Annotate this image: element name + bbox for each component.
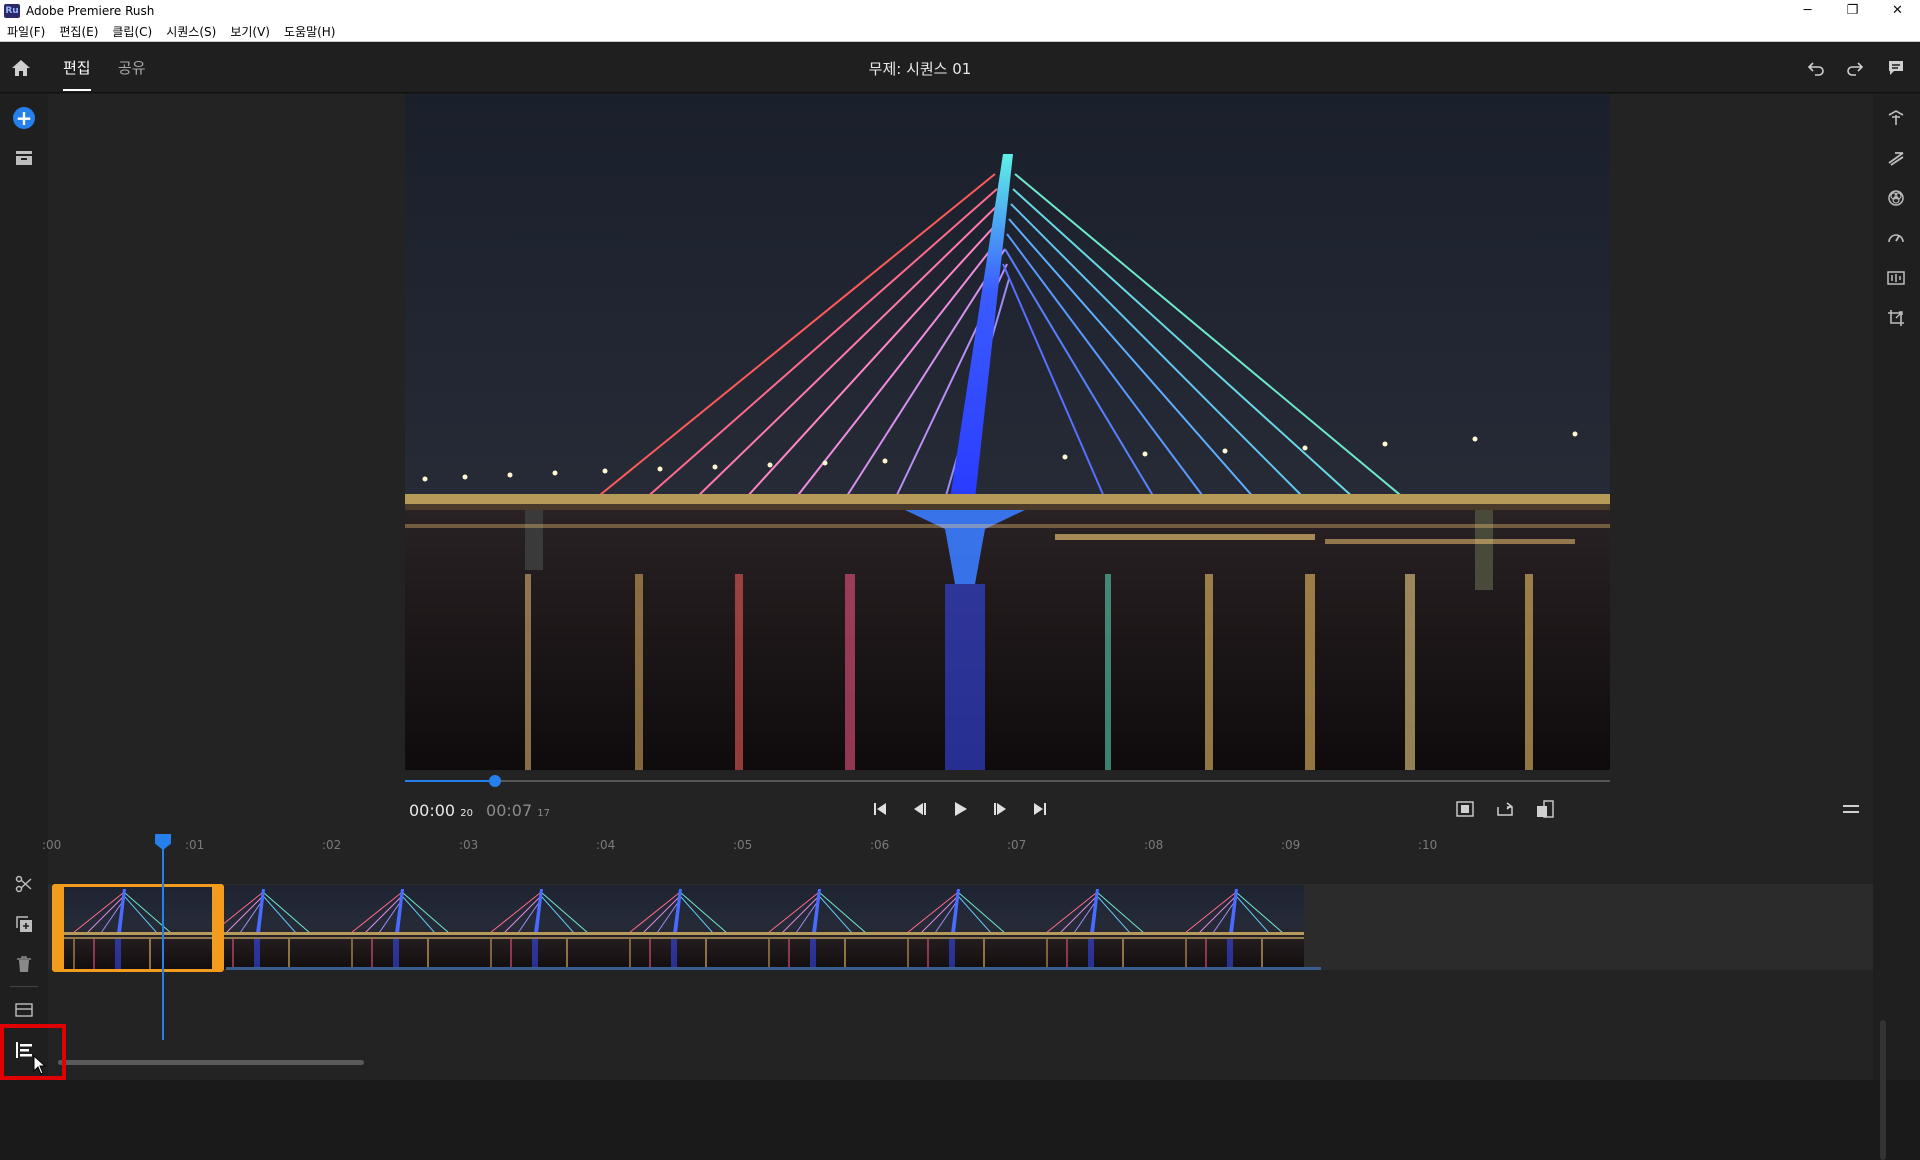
app-logo-icon: Ru	[4, 3, 20, 18]
playhead[interactable]	[155, 834, 171, 1040]
video-preview[interactable]	[405, 94, 1610, 770]
clip-thumbnail	[470, 885, 609, 969]
minimize-button[interactable]: ─	[1785, 0, 1830, 21]
menu-clip[interactable]: 클립(C)	[105, 23, 159, 40]
aspect-ratio-icon[interactable]	[1531, 795, 1559, 823]
current-time: 00:00	[409, 801, 456, 820]
clip-thumbnail	[887, 885, 1026, 969]
sequence-title[interactable]: 무제: 시퀀스 01	[0, 58, 1840, 79]
app-header: 편집 공유 무제: 시퀀스 01	[0, 43, 1920, 93]
video-track[interactable]	[48, 884, 1873, 970]
skip-to-start-icon[interactable]	[866, 795, 894, 823]
clip-thumbnail	[609, 885, 748, 969]
track-controls-icon[interactable]	[12, 998, 36, 1022]
menu-file[interactable]: 파일(F)	[0, 23, 52, 40]
play-icon[interactable]	[946, 795, 974, 823]
ruler-tick-label: :04	[596, 838, 616, 852]
right-toolbar	[1873, 94, 1920, 1080]
clip-thumbnails[interactable]	[53, 885, 1323, 969]
redo-icon[interactable]	[1843, 56, 1867, 80]
ruler-tick-label: :09	[1281, 838, 1301, 852]
speed-icon[interactable]	[1884, 226, 1908, 250]
timecode-display: 00:00 20 00:07 17	[409, 801, 550, 820]
ruler-tick-label: :10	[1418, 838, 1438, 852]
transitions-icon[interactable]	[1884, 146, 1908, 170]
ruler-tick-label: :01	[185, 838, 205, 852]
fit-icon[interactable]	[1451, 795, 1479, 823]
window-title: Adobe Premiere Rush	[26, 3, 155, 18]
scrubber-progress	[405, 780, 496, 782]
titles-icon[interactable]	[1884, 106, 1908, 130]
clip-thumbnail	[1026, 885, 1165, 969]
clip-thumbnail	[1165, 885, 1304, 969]
bridge-night-frame	[405, 94, 1610, 770]
clip-thumbnail	[748, 885, 887, 969]
ruler-tick-label: :03	[459, 838, 479, 852]
audio-waveform	[226, 967, 1321, 970]
ruler-tick-label: :05	[733, 838, 753, 852]
current-frames: 20	[460, 808, 473, 819]
toolbar-divider	[10, 986, 38, 987]
menu-edit[interactable]: 편집(E)	[52, 23, 105, 40]
duration-frames: 17	[537, 808, 550, 819]
main-panel: 00:00 20 00:07 17 :00 :01 :02 :03 :04 :05 :06:…	[42, 94, 1886, 1160]
ruler-tick-label: :02	[322, 838, 342, 852]
close-button[interactable]: ✕	[1875, 0, 1920, 21]
preview-scrubber[interactable]	[405, 775, 1610, 787]
left-toolbar: +	[0, 94, 48, 1080]
vertical-scrollbar[interactable]	[1880, 1020, 1886, 1160]
rotate-icon[interactable]	[1491, 795, 1519, 823]
menu-icon[interactable]	[1837, 795, 1865, 823]
menu-view[interactable]: 보기(V)	[223, 23, 277, 40]
clip-thumbnail	[331, 885, 470, 969]
ruler-tick-label: :06	[870, 838, 890, 852]
window-controls: ─ ❐ ✕	[1785, 0, 1920, 21]
ruler-tick-label: :07	[1007, 838, 1027, 852]
scrubber-handle[interactable]	[489, 775, 502, 787]
duplicate-icon[interactable]	[12, 912, 36, 936]
timeline-scrollbar[interactable]	[58, 1060, 364, 1065]
project-assets-icon[interactable]	[12, 146, 36, 170]
step-forward-icon[interactable]	[986, 795, 1014, 823]
duration-time: 00:07	[486, 801, 533, 820]
menu-bar: 파일(F) 편집(E) 클립(C) 시퀀스(S) 보기(V) 도움말(H)	[0, 21, 1920, 42]
add-media-icon[interactable]: +	[12, 106, 36, 130]
comment-icon[interactable]	[1884, 56, 1908, 80]
delete-icon[interactable]	[12, 952, 36, 976]
mouse-cursor	[33, 1054, 47, 1079]
ruler-tick-label: :00	[42, 838, 62, 852]
step-back-icon[interactable]	[906, 795, 934, 823]
skip-to-end-icon[interactable]	[1026, 795, 1054, 823]
audio-icon[interactable]	[1884, 266, 1908, 290]
menu-help[interactable]: 도움말(H)	[277, 23, 343, 40]
timeline-ruler[interactable]: :00 :01 :02 :03 :04 :05 :06 :07 :08 :09 :10	[42, 834, 1873, 860]
transform-icon[interactable]	[1884, 306, 1908, 330]
ruler-tick-label: :08	[1144, 838, 1164, 852]
restore-button[interactable]: ❐	[1830, 0, 1875, 21]
undo-icon[interactable]	[1804, 56, 1828, 80]
color-icon[interactable]	[1884, 186, 1908, 210]
split-icon[interactable]	[12, 872, 36, 896]
selected-clip[interactable]	[52, 884, 224, 972]
title-bar: Ru Adobe Premiere Rush ─ ❐ ✕	[0, 0, 1920, 21]
menu-sequence[interactable]: 시퀀스(S)	[159, 23, 223, 40]
